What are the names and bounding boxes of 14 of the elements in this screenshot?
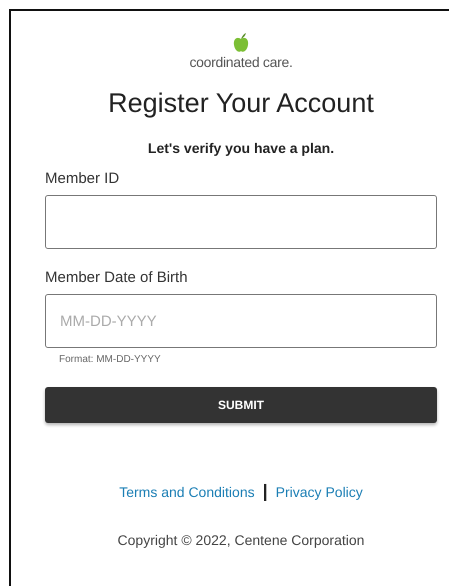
- terms-link[interactable]: Terms and Conditions: [119, 484, 255, 500]
- privacy-link[interactable]: Privacy Policy: [276, 484, 363, 500]
- input-field[interactable]: [45, 195, 437, 249]
- copyright-text: Copyright © 2022, Centene Corporation: [116, 532, 366, 548]
- input-field[interactable]: MM-DD-YYYY: [45, 294, 437, 348]
- subtitle: Let's verify you have a plan.: [146, 140, 336, 156]
- format-hint: Format: MM-DD-YYYY: [59, 354, 162, 365]
- page-title: Register Your Account: [107, 88, 375, 119]
- separator: |: [262, 481, 268, 502]
- logo-text: coordinated care.: [189, 54, 293, 70]
- field-label: Member ID: [45, 170, 120, 187]
- submit-button[interactable]: SUBMIT: [45, 387, 437, 423]
- field-label: Member Date of Birth: [45, 269, 189, 286]
- apple-icon: [233, 33, 249, 53]
